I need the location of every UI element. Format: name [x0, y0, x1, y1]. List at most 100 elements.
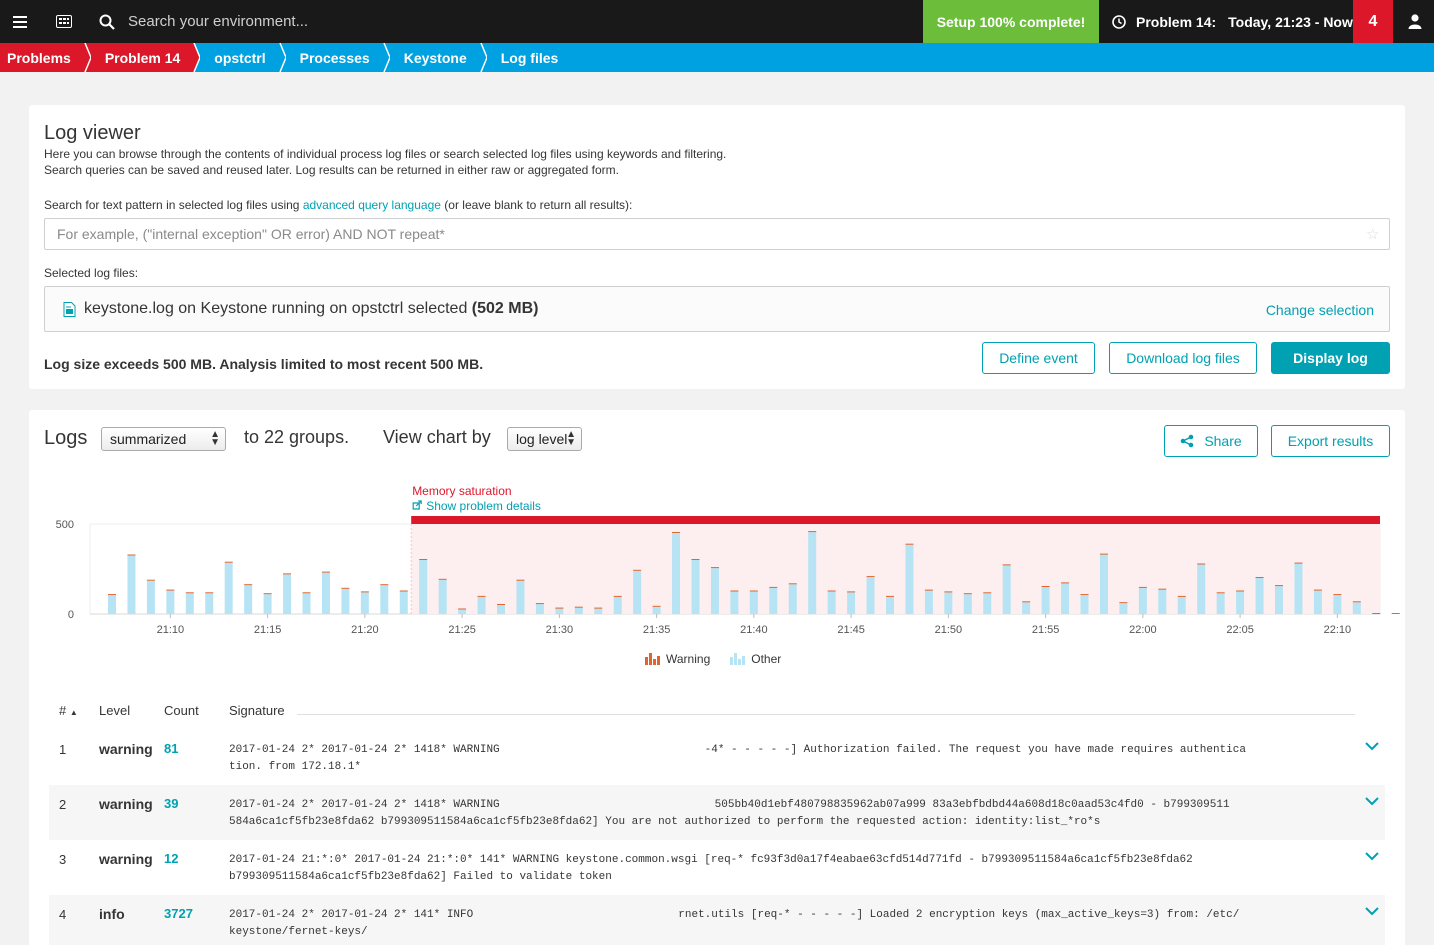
- breadcrumb-item-keystone[interactable]: Keystone: [384, 43, 487, 72]
- table-row[interactable]: 4 info 3727 2017-01-24 2* 2017-01-24 2* 141…: [49, 895, 1385, 945]
- chevron-down-icon[interactable]: [1365, 907, 1379, 916]
- bar-warning: [497, 604, 505, 605]
- chevron-down-icon[interactable]: [1365, 852, 1379, 861]
- user-icon[interactable]: [1398, 0, 1432, 43]
- query-input[interactable]: [44, 218, 1390, 250]
- breadcrumb-item-opstctrl[interactable]: opstctrl: [194, 43, 286, 72]
- table-row[interactable]: 1 warning 81 2017-01-24 2* 2017-01-24 2* 14…: [49, 730, 1385, 785]
- row-count-link[interactable]: 39: [164, 796, 178, 811]
- share-button[interactable]: Share: [1164, 425, 1258, 457]
- advanced-query-language-link[interactable]: advanced query language: [303, 198, 441, 212]
- x-tick-label: 21:20: [351, 624, 379, 636]
- breadcrumb-item-log-files[interactable]: Log files: [481, 43, 573, 72]
- bar-warning: [1275, 585, 1283, 587]
- y-tick-label: 0: [68, 609, 74, 621]
- x-tick-label: 21:45: [837, 624, 865, 636]
- table-row[interactable]: 2 warning 39 2017-01-24 2* 2017-01-24 2* 14…: [49, 785, 1385, 840]
- column-header-count[interactable]: Count: [164, 703, 199, 718]
- bar-other: [574, 607, 583, 614]
- description-line-2: Search queries can be saved and reused l…: [44, 163, 620, 177]
- column-header-number[interactable]: # ▲: [59, 703, 78, 718]
- bar-other: [1119, 603, 1128, 614]
- bar-other: [283, 574, 292, 614]
- bar-warning: [1177, 595, 1186, 597]
- row-level: warning: [99, 796, 153, 812]
- bar-other: [1333, 595, 1342, 614]
- show-problem-details-link[interactable]: Show problem details: [412, 499, 541, 513]
- bar-warning: [1099, 553, 1108, 555]
- row-count-link[interactable]: 3727: [164, 906, 193, 921]
- bar-other: [983, 593, 992, 614]
- bar-other: [1255, 578, 1264, 614]
- bar-warning: [399, 590, 408, 592]
- dashboard-icon[interactable]: [52, 0, 76, 43]
- bar-other: [1177, 596, 1186, 614]
- bar-other: [1158, 589, 1167, 614]
- bar-warning: [847, 591, 856, 593]
- bar-other: [166, 590, 175, 614]
- display-log-button[interactable]: Display log: [1271, 342, 1390, 374]
- bar-warning: [672, 532, 681, 533]
- description-line-1: Here you can browse through the contents…: [44, 147, 727, 161]
- logs-results-panel: Logs summarized ▲ ▼ to 22 groups. View ch…: [29, 410, 1405, 945]
- breadcrumb-item-problem-14[interactable]: Problem 14: [84, 43, 201, 72]
- breadcrumb-item-problems[interactable]: Problems: [0, 43, 91, 72]
- row-number: 3: [59, 852, 67, 867]
- bar-warning: [749, 590, 758, 592]
- define-event-button[interactable]: Define event: [982, 342, 1095, 374]
- bar-other: [613, 596, 622, 614]
- breadcrumb: Problems Problem 14 opstctrl Processes Keyst…: [0, 43, 1434, 72]
- row-count-link[interactable]: 81: [164, 741, 178, 756]
- open-problems-count[interactable]: 4: [1353, 0, 1393, 43]
- bar-warning: [944, 591, 953, 593]
- export-results-button[interactable]: Export results: [1271, 425, 1390, 457]
- x-tick-label: 22:00: [1129, 624, 1157, 636]
- chevron-down-icon[interactable]: [1365, 797, 1379, 806]
- star-icon[interactable]: ☆: [1366, 225, 1379, 243]
- bar-warning: [983, 592, 992, 594]
- setup-progress-badge[interactable]: Setup 100% complete!: [923, 0, 1099, 43]
- bar-other: [1313, 590, 1322, 614]
- warning-bars-icon: [645, 653, 660, 665]
- bar-warning: [535, 603, 544, 605]
- bar-warning: [108, 594, 116, 596]
- bar-other: [1138, 587, 1147, 614]
- bar-other: [710, 568, 719, 614]
- chart-grouping-select[interactable]: log level ▲ ▼: [507, 427, 582, 451]
- bar-warning: [886, 595, 894, 597]
- bar-warning: [1080, 594, 1089, 596]
- bar-warning: [1352, 601, 1361, 603]
- bar-other: [730, 591, 739, 614]
- other-bars-icon: [730, 653, 746, 665]
- bar-warning: [633, 569, 642, 571]
- row-number: 1: [59, 742, 67, 757]
- bar-warning: [1255, 577, 1264, 578]
- legend-item-other[interactable]: Other: [730, 652, 781, 666]
- groups-count-text: to 22 groups.: [244, 427, 350, 447]
- table-row[interactable]: 3 warning 12 2017-01-24 21:*:0* 2017-01-24 …: [49, 840, 1385, 895]
- search-icon[interactable]: [95, 0, 119, 43]
- bar-other: [788, 584, 797, 614]
- bar-other: [516, 580, 525, 614]
- header-divider: [297, 714, 1355, 715]
- bar-warning: [1294, 562, 1303, 564]
- breadcrumb-separator-icon: [188, 43, 201, 72]
- download-log-files-button[interactable]: Download log files: [1109, 342, 1257, 374]
- problem-timeframe[interactable]: Problem 14: Today, 21:23 - Now: [1112, 0, 1353, 43]
- search-input[interactable]: [128, 8, 728, 35]
- legend-item-warning[interactable]: Warning: [645, 652, 710, 666]
- breadcrumb-item-processes[interactable]: Processes: [280, 43, 390, 72]
- summary-mode-select[interactable]: summarized ▲ ▼: [101, 427, 226, 451]
- bar-other: [652, 606, 661, 614]
- column-header-level[interactable]: Level: [99, 703, 130, 718]
- hamburger-menu-icon[interactable]: [8, 0, 32, 43]
- bar-warning: [1333, 594, 1342, 596]
- breadcrumb-separator-icon: [377, 43, 390, 72]
- column-header-signature[interactable]: Signature: [229, 703, 285, 718]
- bar-warning: [1372, 613, 1381, 614]
- bar-other: [185, 593, 194, 614]
- chevron-down-icon[interactable]: [1365, 742, 1379, 751]
- bar-warning: [691, 559, 700, 560]
- change-selection-link[interactable]: Change selection: [1266, 302, 1374, 318]
- row-count-link[interactable]: 12: [164, 851, 178, 866]
